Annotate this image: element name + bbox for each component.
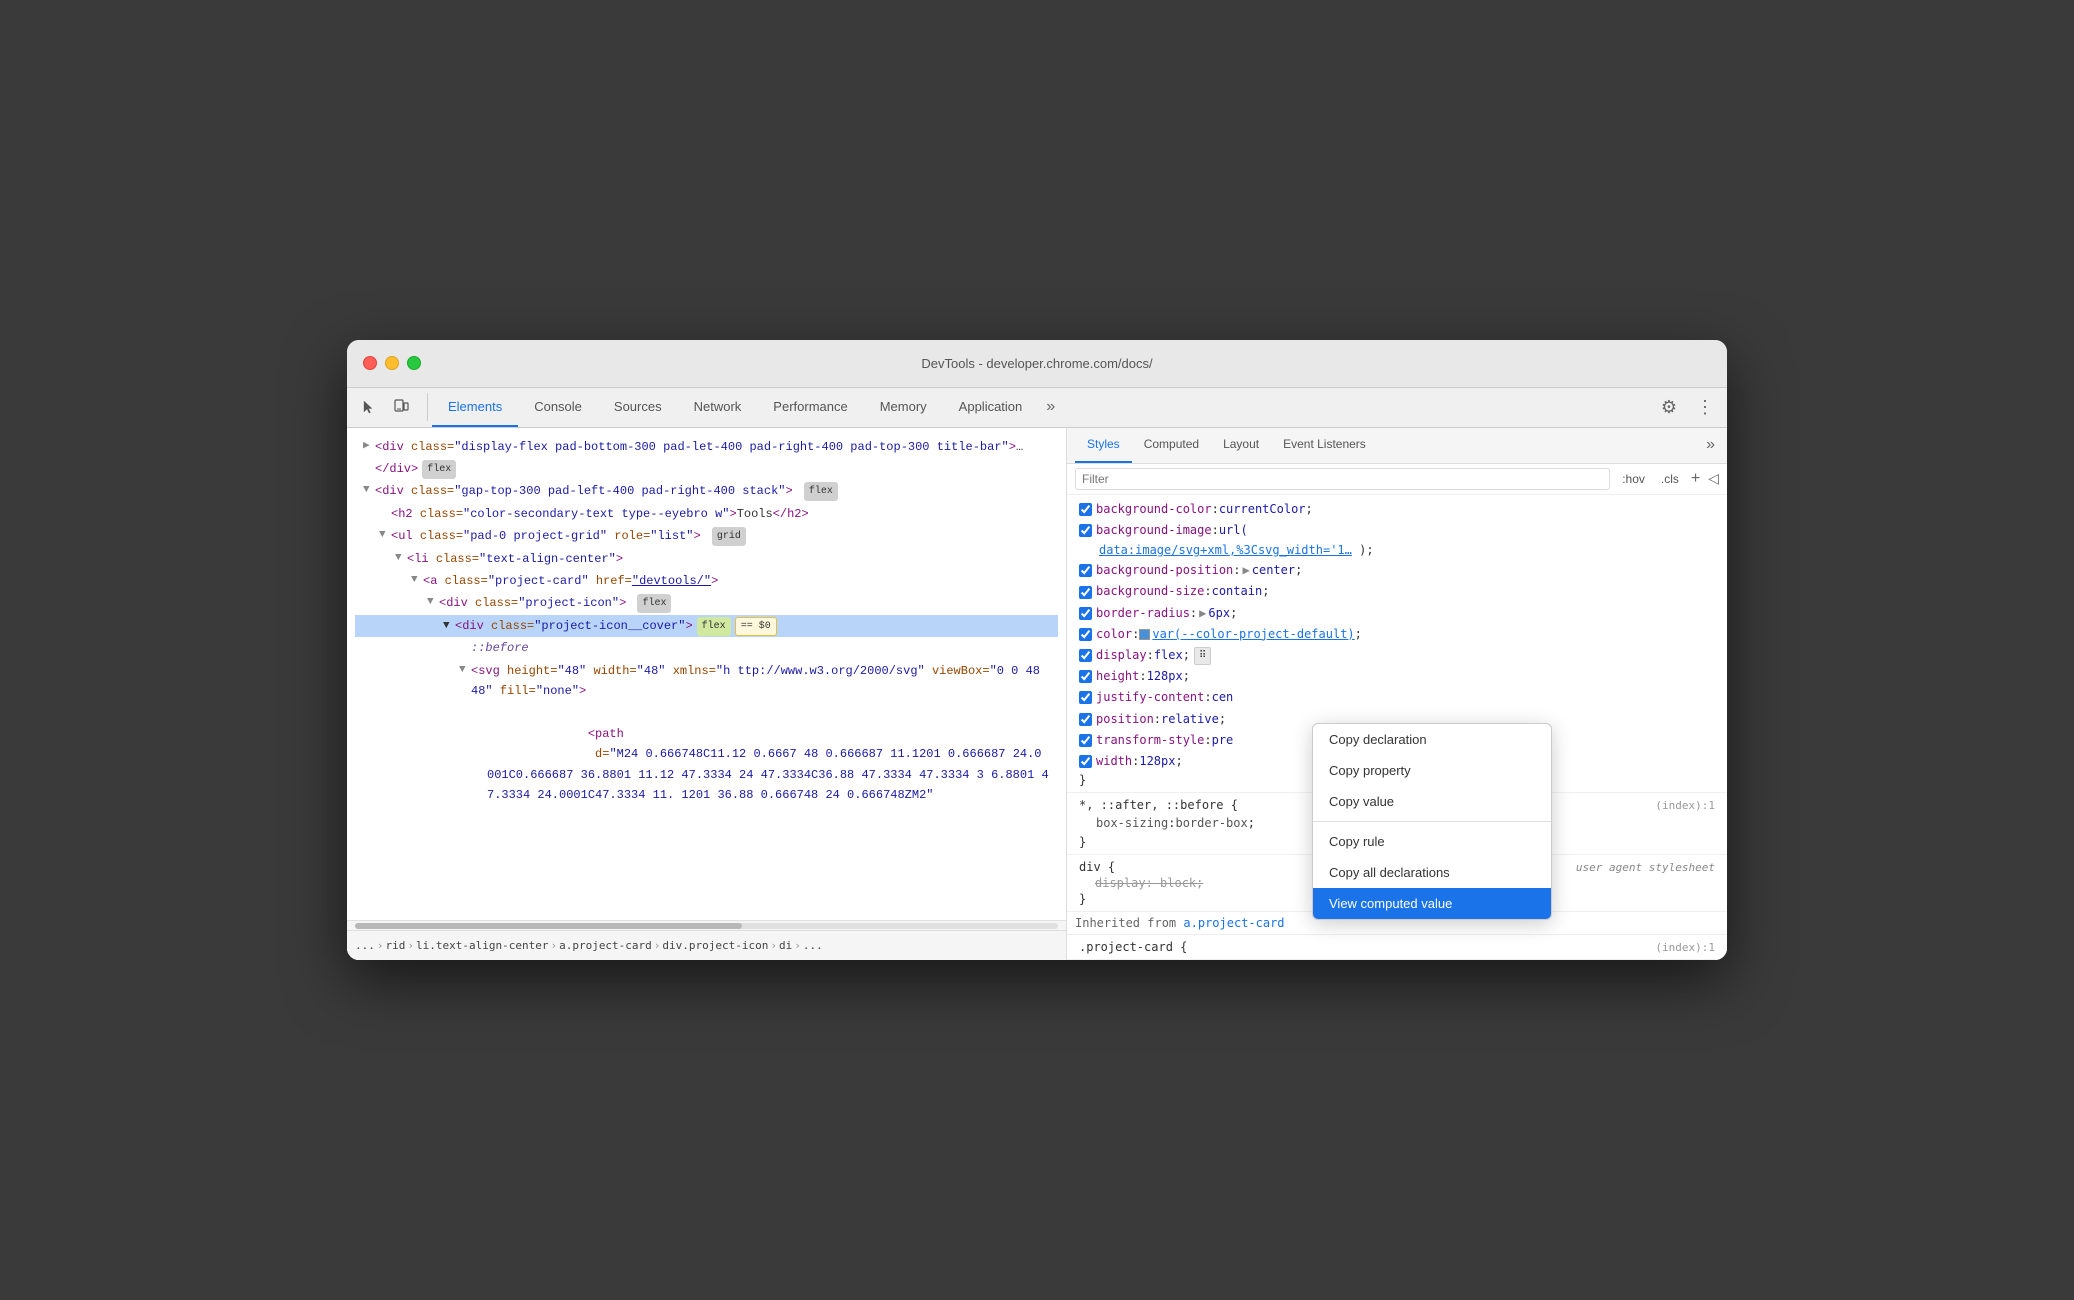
breadcrumb-di[interactable]: di [779, 939, 792, 952]
project-card-source: (index):1 [1655, 941, 1715, 954]
prop-checkbox[interactable] [1079, 628, 1092, 641]
context-menu-separator [1313, 821, 1551, 822]
tab-network[interactable]: Network [678, 388, 758, 427]
breadcrumb-rid[interactable]: rid [386, 939, 406, 952]
prop-checkbox[interactable] [1079, 755, 1092, 768]
breadcrumb-ellipsis[interactable]: ... [355, 939, 375, 952]
context-menu: Copy declaration Copy property Copy valu… [1312, 723, 1552, 920]
html-code: ▶ <div class="display-flex pad-bottom-30… [347, 436, 1066, 827]
prop-url-line: data:image/svg+xml,%3Csvg_width='1… ); [1075, 541, 1719, 560]
horizontal-scrollbar[interactable] [347, 920, 1066, 930]
styles-tabs: Styles Computed Layout Event Listeners » [1067, 428, 1727, 464]
tab-styles[interactable]: Styles [1075, 428, 1132, 463]
context-menu-copy-value[interactable]: Copy value [1313, 786, 1551, 817]
tab-elements[interactable]: Elements [432, 388, 518, 427]
var-link[interactable]: var(--color-project-default) [1152, 625, 1354, 644]
breadcrumb-div-icon[interactable]: div.project-icon [662, 939, 768, 952]
traffic-lights [363, 356, 421, 370]
prop-checkbox[interactable] [1079, 649, 1092, 662]
prop-background-color: background-color: currentColor; [1075, 499, 1719, 520]
prop-checkbox[interactable] [1079, 503, 1092, 516]
elements-panel: ▶ <div class="display-flex pad-bottom-30… [347, 428, 1067, 961]
maximize-button[interactable] [407, 356, 421, 370]
toolbar-right: ⚙ ⋮ [1647, 393, 1719, 421]
tab-computed[interactable]: Computed [1132, 428, 1211, 463]
filter-input[interactable] [1075, 468, 1610, 490]
prop-background-size: background-size: contain; [1075, 581, 1719, 602]
minimize-button[interactable] [385, 356, 399, 370]
tab-layout[interactable]: Layout [1211, 428, 1271, 463]
html-tree[interactable]: ▶ <div class="display-flex pad-bottom-30… [347, 428, 1066, 921]
more-styles-tabs[interactable]: » [1702, 436, 1719, 454]
style-rule-project-card: .project-card { (index):1 [1067, 935, 1727, 960]
tab-sources[interactable]: Sources [598, 388, 678, 427]
prop-background-image: background-image: url( [1075, 520, 1719, 541]
prop-checkbox[interactable] [1079, 734, 1092, 747]
tab-console[interactable]: Console [518, 388, 598, 427]
close-button[interactable] [363, 356, 377, 370]
settings-icon[interactable]: ⚙ [1655, 393, 1683, 421]
source-line: (index):1 [1655, 799, 1715, 812]
cursor-icon[interactable] [355, 393, 383, 421]
project-card-rule-header: .project-card { (index):1 [1075, 939, 1719, 955]
prop-checkbox[interactable] [1079, 713, 1092, 726]
breadcrumb-li[interactable]: li.text-align-center [416, 939, 548, 952]
prop-checkbox[interactable] [1079, 607, 1092, 620]
breadcrumb: ... › rid › li.text-align-center › a.pro… [347, 930, 1066, 960]
prop-checkbox[interactable] [1079, 586, 1092, 599]
prop-checkbox[interactable] [1079, 524, 1092, 537]
toolbar: Elements Console Sources Network Perform… [347, 388, 1727, 428]
more-options-icon[interactable]: ⋮ [1691, 393, 1719, 421]
prop-border-radius: border-radius: ▶6px; [1075, 603, 1719, 624]
add-style-button[interactable]: + [1691, 470, 1700, 488]
prop-checkbox[interactable] [1079, 670, 1092, 683]
title-bar: DevTools - developer.chrome.com/docs/ [347, 340, 1727, 388]
tab-event-listeners[interactable]: Event Listeners [1271, 428, 1378, 463]
prop-color: color: var(--color-project-default); [1075, 624, 1719, 645]
tab-performance[interactable]: Performance [757, 388, 863, 427]
color-swatch[interactable] [1139, 629, 1150, 640]
user-agent-label: user agent stylesheet [1576, 861, 1715, 874]
window-title: DevTools - developer.chrome.com/docs/ [921, 356, 1152, 371]
prop-checkbox[interactable] [1079, 564, 1092, 577]
inherited-link[interactable]: a.project-card [1183, 916, 1284, 930]
sidebar-toggle[interactable]: ◁ [1708, 470, 1719, 487]
prop-display: display: flex; ⠿ [1075, 645, 1719, 666]
breadcrumb-end[interactable]: ... [803, 939, 823, 952]
context-menu-copy-property[interactable]: Copy property [1313, 755, 1551, 786]
url-link[interactable]: data:image/svg+xml,%3Csvg_width='1… [1099, 543, 1352, 557]
prop-background-position: background-position: ▶center; [1075, 560, 1719, 581]
tab-application[interactable]: Application [943, 388, 1039, 427]
device-icon[interactable] [387, 393, 415, 421]
devtools-window: DevTools - developer.chrome.com/docs/ El… [347, 340, 1727, 961]
context-menu-copy-declaration[interactable]: Copy declaration [1313, 724, 1551, 755]
context-menu-copy-rule[interactable]: Copy rule [1313, 826, 1551, 857]
hov-button[interactable]: :hov [1618, 470, 1649, 488]
more-tabs-button[interactable]: » [1038, 388, 1063, 427]
breadcrumb-a[interactable]: a.project-card [559, 939, 652, 952]
toolbar-icons [355, 393, 428, 421]
cls-button[interactable]: .cls [1657, 470, 1683, 488]
filter-bar: :hov .cls + ◁ [1067, 464, 1727, 495]
right-panel: Styles Computed Layout Event Listeners » [1067, 428, 1727, 961]
prop-checkbox[interactable] [1079, 691, 1092, 704]
main-tabs: Elements Console Sources Network Perform… [432, 388, 1647, 427]
tab-memory[interactable]: Memory [864, 388, 943, 427]
context-menu-copy-all-declarations[interactable]: Copy all declarations [1313, 857, 1551, 888]
prop-justify-content: justify-content: cen [1075, 687, 1719, 708]
display-badge: ⠿ [1194, 647, 1211, 665]
main-content: ▶ <div class="display-flex pad-bottom-30… [347, 428, 1727, 961]
context-menu-view-computed[interactable]: View computed value [1313, 888, 1551, 919]
prop-height: height: 128px; [1075, 666, 1719, 687]
